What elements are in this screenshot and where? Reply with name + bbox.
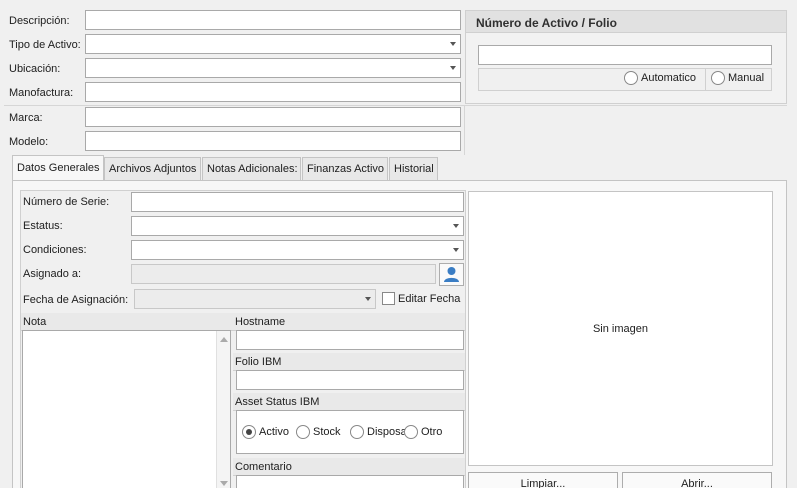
editar-fecha-label: Editar Fecha <box>398 292 461 305</box>
image-placeholder: Sin imagen <box>592 323 649 335</box>
clear-image-button[interactable]: Limpiar... <box>468 472 618 488</box>
serie-input[interactable] <box>131 192 464 212</box>
radio-circle <box>624 71 638 85</box>
radio-circle <box>296 425 310 439</box>
descripcion-input[interactable] <box>85 10 461 30</box>
radio-circle <box>350 425 364 439</box>
nota-header: Nota <box>21 313 233 331</box>
scroll-down-icon <box>220 481 228 486</box>
chevron-down-icon <box>450 42 456 46</box>
estatus-select[interactable] <box>131 216 464 236</box>
radio-circle <box>404 425 418 439</box>
fecha-label: Fecha de Asignación: <box>23 294 129 306</box>
nota-textarea[interactable] <box>22 330 231 488</box>
hostname-input[interactable] <box>236 330 464 350</box>
comentario-header: Comentario <box>233 458 465 476</box>
radio-circle <box>242 425 256 439</box>
tipo-activo-select[interactable] <box>85 34 461 54</box>
asignado-label: Asignado a: <box>23 268 82 280</box>
estatus-label: Estatus: <box>23 220 63 232</box>
modelo-label: Modelo: <box>9 136 49 148</box>
chevron-down-icon <box>365 297 371 301</box>
folio-group-title: Número de Activo / Folio <box>466 11 786 33</box>
descripcion-label: Descripción: <box>9 15 70 27</box>
editar-fecha-checkbox[interactable]: Editar Fecha <box>382 292 460 305</box>
ubicacion-label: Ubicación: <box>9 63 61 75</box>
marca-input[interactable] <box>85 107 461 127</box>
divider <box>4 105 464 106</box>
manual-label: Manual <box>728 72 765 84</box>
tab-notas-adicionales[interactable]: Notas Adicionales: <box>202 157 301 180</box>
tab-datos-generales[interactable]: Datos Generales <box>12 155 104 180</box>
manofactura-input[interactable] <box>85 82 461 102</box>
asset-activo-radio[interactable]: Activo <box>242 425 289 439</box>
chevron-down-icon <box>453 248 459 252</box>
tab-historial[interactable]: Historial <box>389 157 438 180</box>
asignado-input <box>131 264 436 284</box>
checkbox-box <box>382 292 395 305</box>
ubicacion-select[interactable] <box>85 58 461 78</box>
asset-option-label: Otro <box>421 426 443 438</box>
asset-status-header: Asset Status IBM <box>233 393 465 411</box>
scroll-up-icon <box>220 337 228 342</box>
divider <box>465 105 787 106</box>
manofactura-label: Manofactura: <box>9 87 74 99</box>
tipo-activo-label: Tipo de Activo: <box>9 39 81 51</box>
asset-option-label: Stock <box>313 426 341 438</box>
asset-option-label: Activo <box>259 426 289 438</box>
comentario-input[interactable] <box>236 475 464 488</box>
manual-radio[interactable]: Manual <box>711 71 764 85</box>
fecha-select <box>134 289 376 309</box>
chevron-down-icon <box>453 224 459 228</box>
tab-archivos-adjuntos[interactable]: Archivos Adjuntos <box>104 157 201 180</box>
automatic-radio[interactable]: Automatico <box>624 71 696 85</box>
open-image-button[interactable]: Abrir... <box>622 472 772 488</box>
asset-option-label: Disposa <box>367 426 405 438</box>
divider <box>464 105 465 155</box>
radio-circle <box>711 71 725 85</box>
condiciones-select[interactable] <box>131 240 464 260</box>
marca-label: Marca: <box>9 112 43 124</box>
serie-label: Número de Serie: <box>23 196 110 208</box>
folio-ibm-header: Folio IBM <box>233 353 465 371</box>
folio-input[interactable] <box>478 45 772 65</box>
asset-stock-radio[interactable]: Stock <box>296 425 341 439</box>
nota-scrollbar[interactable] <box>216 331 230 488</box>
hostname-header: Hostname <box>233 313 465 331</box>
automatic-label: Automatico <box>641 72 697 84</box>
condiciones-label: Condiciones: <box>23 244 87 256</box>
select-user-button[interactable] <box>439 263 464 286</box>
folio-ibm-input[interactable] <box>236 370 464 390</box>
asset-disposal-radio[interactable]: Disposa <box>350 425 405 439</box>
chevron-down-icon <box>450 66 456 70</box>
image-preview: Sin imagen <box>468 191 773 466</box>
tab-finanzas-activo[interactable]: Finanzas Activo <box>302 157 388 180</box>
modelo-input[interactable] <box>85 131 461 151</box>
asset-otro-radio[interactable]: Otro <box>404 425 442 439</box>
divider <box>705 68 706 91</box>
user-icon <box>444 267 459 282</box>
